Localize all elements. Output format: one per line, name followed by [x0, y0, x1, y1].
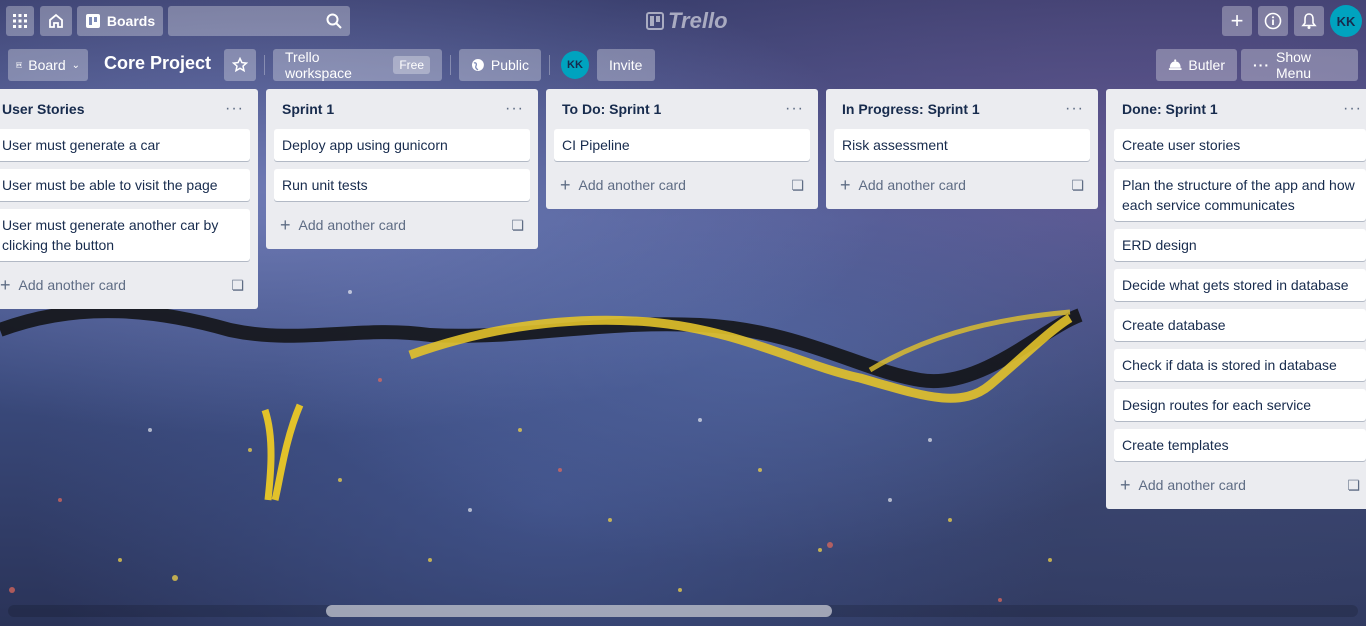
card-template-icon[interactable]: ❏ [1071, 177, 1084, 194]
add-card-label: Add another card [858, 177, 966, 193]
card[interactable]: ERD design [1114, 229, 1366, 261]
card-template-icon[interactable]: ❏ [231, 277, 244, 294]
card[interactable]: User must generate a car [0, 129, 250, 161]
card[interactable]: Design routes for each service [1114, 389, 1366, 421]
add-card-button[interactable]: + Add another card ❏ [274, 209, 530, 241]
workspace-label: Trello workspace [285, 49, 352, 81]
card[interactable]: Decide what gets stored in database [1114, 269, 1366, 301]
home-button[interactable] [40, 6, 72, 36]
board-member-avatar[interactable]: KK [561, 51, 589, 79]
card[interactable]: Create templates [1114, 429, 1366, 461]
header-divider [450, 55, 451, 75]
add-card-button[interactable]: + Add another card ❏ [834, 169, 1090, 201]
apps-grid-icon[interactable] [6, 6, 34, 36]
star-icon [232, 57, 248, 73]
board-horizontal-scrollbar[interactable] [8, 605, 1358, 617]
header-divider [549, 55, 550, 75]
info-button[interactable] [1258, 6, 1288, 36]
add-card-label: Add another card [18, 277, 126, 293]
trello-logo[interactable]: Trello [646, 8, 728, 34]
workspace-plan-badge: Free [393, 56, 430, 74]
search-input[interactable] [168, 6, 350, 36]
boards-button[interactable]: Boards [77, 6, 163, 36]
visibility-label: Public [490, 57, 529, 73]
list-title[interactable]: Sprint 1 [282, 101, 334, 117]
butler-label: Butler [1188, 57, 1225, 73]
invite-label: Invite [609, 57, 643, 73]
card[interactable]: User must generate another car by clicki… [0, 209, 250, 261]
card[interactable]: Deploy app using gunicorn [274, 129, 530, 161]
card-template-icon[interactable]: ❏ [791, 177, 804, 194]
list-title[interactable]: Done: Sprint 1 [1122, 101, 1218, 117]
add-card-button[interactable]: + Add another card ❏ [0, 269, 250, 301]
invite-button[interactable]: Invite [597, 49, 655, 81]
globe-icon [471, 59, 484, 71]
list-title[interactable]: In Progress: Sprint 1 [842, 101, 980, 117]
card[interactable]: CI Pipeline [554, 129, 810, 161]
member-initials: KK [567, 59, 583, 71]
info-icon [1264, 12, 1282, 30]
list-done-sprint-1[interactable]: Done: Sprint 1 ··· Create user stories P… [1106, 89, 1366, 509]
header-divider [264, 55, 265, 75]
plus-icon: + [560, 175, 571, 195]
butler-button[interactable]: Butler [1156, 49, 1237, 81]
board-title[interactable]: Core Project [104, 53, 211, 74]
list-todo-sprint-1[interactable]: To Do: Sprint 1 ··· CI Pipeline + Add an… [546, 89, 818, 209]
search-icon [326, 13, 342, 29]
plus-icon: + [280, 215, 291, 235]
plus-icon: + [1120, 475, 1131, 495]
bell-icon [1301, 13, 1317, 29]
top-navigation-bar: Boards Trello + KK [0, 0, 1366, 42]
add-card-button[interactable]: + Add another card ❏ [554, 169, 810, 201]
user-avatar[interactable]: KK [1330, 5, 1362, 37]
board-view-switcher[interactable]: Board ⌄ [8, 49, 88, 81]
list-menu-icon[interactable]: ··· [225, 100, 244, 118]
list-menu-icon[interactable]: ··· [1343, 100, 1362, 118]
star-board-button[interactable] [224, 49, 256, 81]
list-menu-icon[interactable]: ··· [505, 100, 524, 118]
add-card-label: Add another card [298, 217, 406, 233]
add-card-button[interactable]: + Add another card ❏ [1114, 469, 1366, 501]
plus-icon: + [0, 275, 11, 295]
list-title[interactable]: User Stories [2, 101, 84, 117]
scrollbar-thumb[interactable] [326, 605, 832, 617]
notifications-button[interactable] [1294, 6, 1324, 36]
trello-logo-icon [646, 12, 664, 30]
card-template-icon[interactable]: ❏ [511, 217, 524, 234]
card[interactable]: Check if data is stored in database [1114, 349, 1366, 381]
card-template-icon[interactable]: ❏ [1347, 477, 1360, 494]
add-card-label: Add another card [578, 177, 686, 193]
boards-label: Boards [106, 13, 156, 29]
card[interactable]: Create user stories [1114, 129, 1366, 161]
list-sprint-1[interactable]: Sprint 1 ··· Deploy app using gunicorn R… [266, 89, 538, 249]
list-in-progress-sprint-1[interactable]: In Progress: Sprint 1 ··· Risk assessmen… [826, 89, 1098, 209]
plus-icon: + [1230, 8, 1244, 33]
card[interactable]: Risk assessment [834, 129, 1090, 161]
avatar-initials: KK [1336, 13, 1356, 29]
card[interactable]: Plan the structure of the app and how ea… [1114, 169, 1366, 221]
list-user-stories[interactable]: User Stories ··· User must generate a ca… [0, 89, 258, 309]
add-card-label: Add another card [1138, 477, 1246, 493]
card[interactable]: User must be able to visit the page [0, 169, 250, 201]
create-button[interactable]: + [1222, 6, 1252, 36]
butler-icon [1168, 59, 1182, 70]
list-menu-icon[interactable]: ··· [1065, 100, 1084, 118]
card[interactable]: Run unit tests [274, 169, 530, 201]
plus-icon: + [840, 175, 851, 195]
board-view-label: Board [28, 57, 66, 73]
show-menu-button[interactable]: ··· Show Menu [1241, 49, 1358, 81]
show-menu-label: Show Menu [1276, 49, 1312, 81]
card[interactable]: Create database [1114, 309, 1366, 341]
board-view-icon [16, 62, 23, 68]
home-icon [49, 13, 63, 28]
visibility-button[interactable]: Public [459, 49, 541, 81]
boards-icon [85, 14, 100, 28]
more-dots-icon: ··· [1253, 57, 1270, 73]
list-title[interactable]: To Do: Sprint 1 [562, 101, 661, 117]
chevron-down-icon: ⌄ [71, 59, 80, 71]
workspace-button[interactable]: Trello workspace Free [273, 49, 442, 81]
list-menu-icon[interactable]: ··· [785, 100, 804, 118]
logo-text: Trello [668, 8, 728, 33]
